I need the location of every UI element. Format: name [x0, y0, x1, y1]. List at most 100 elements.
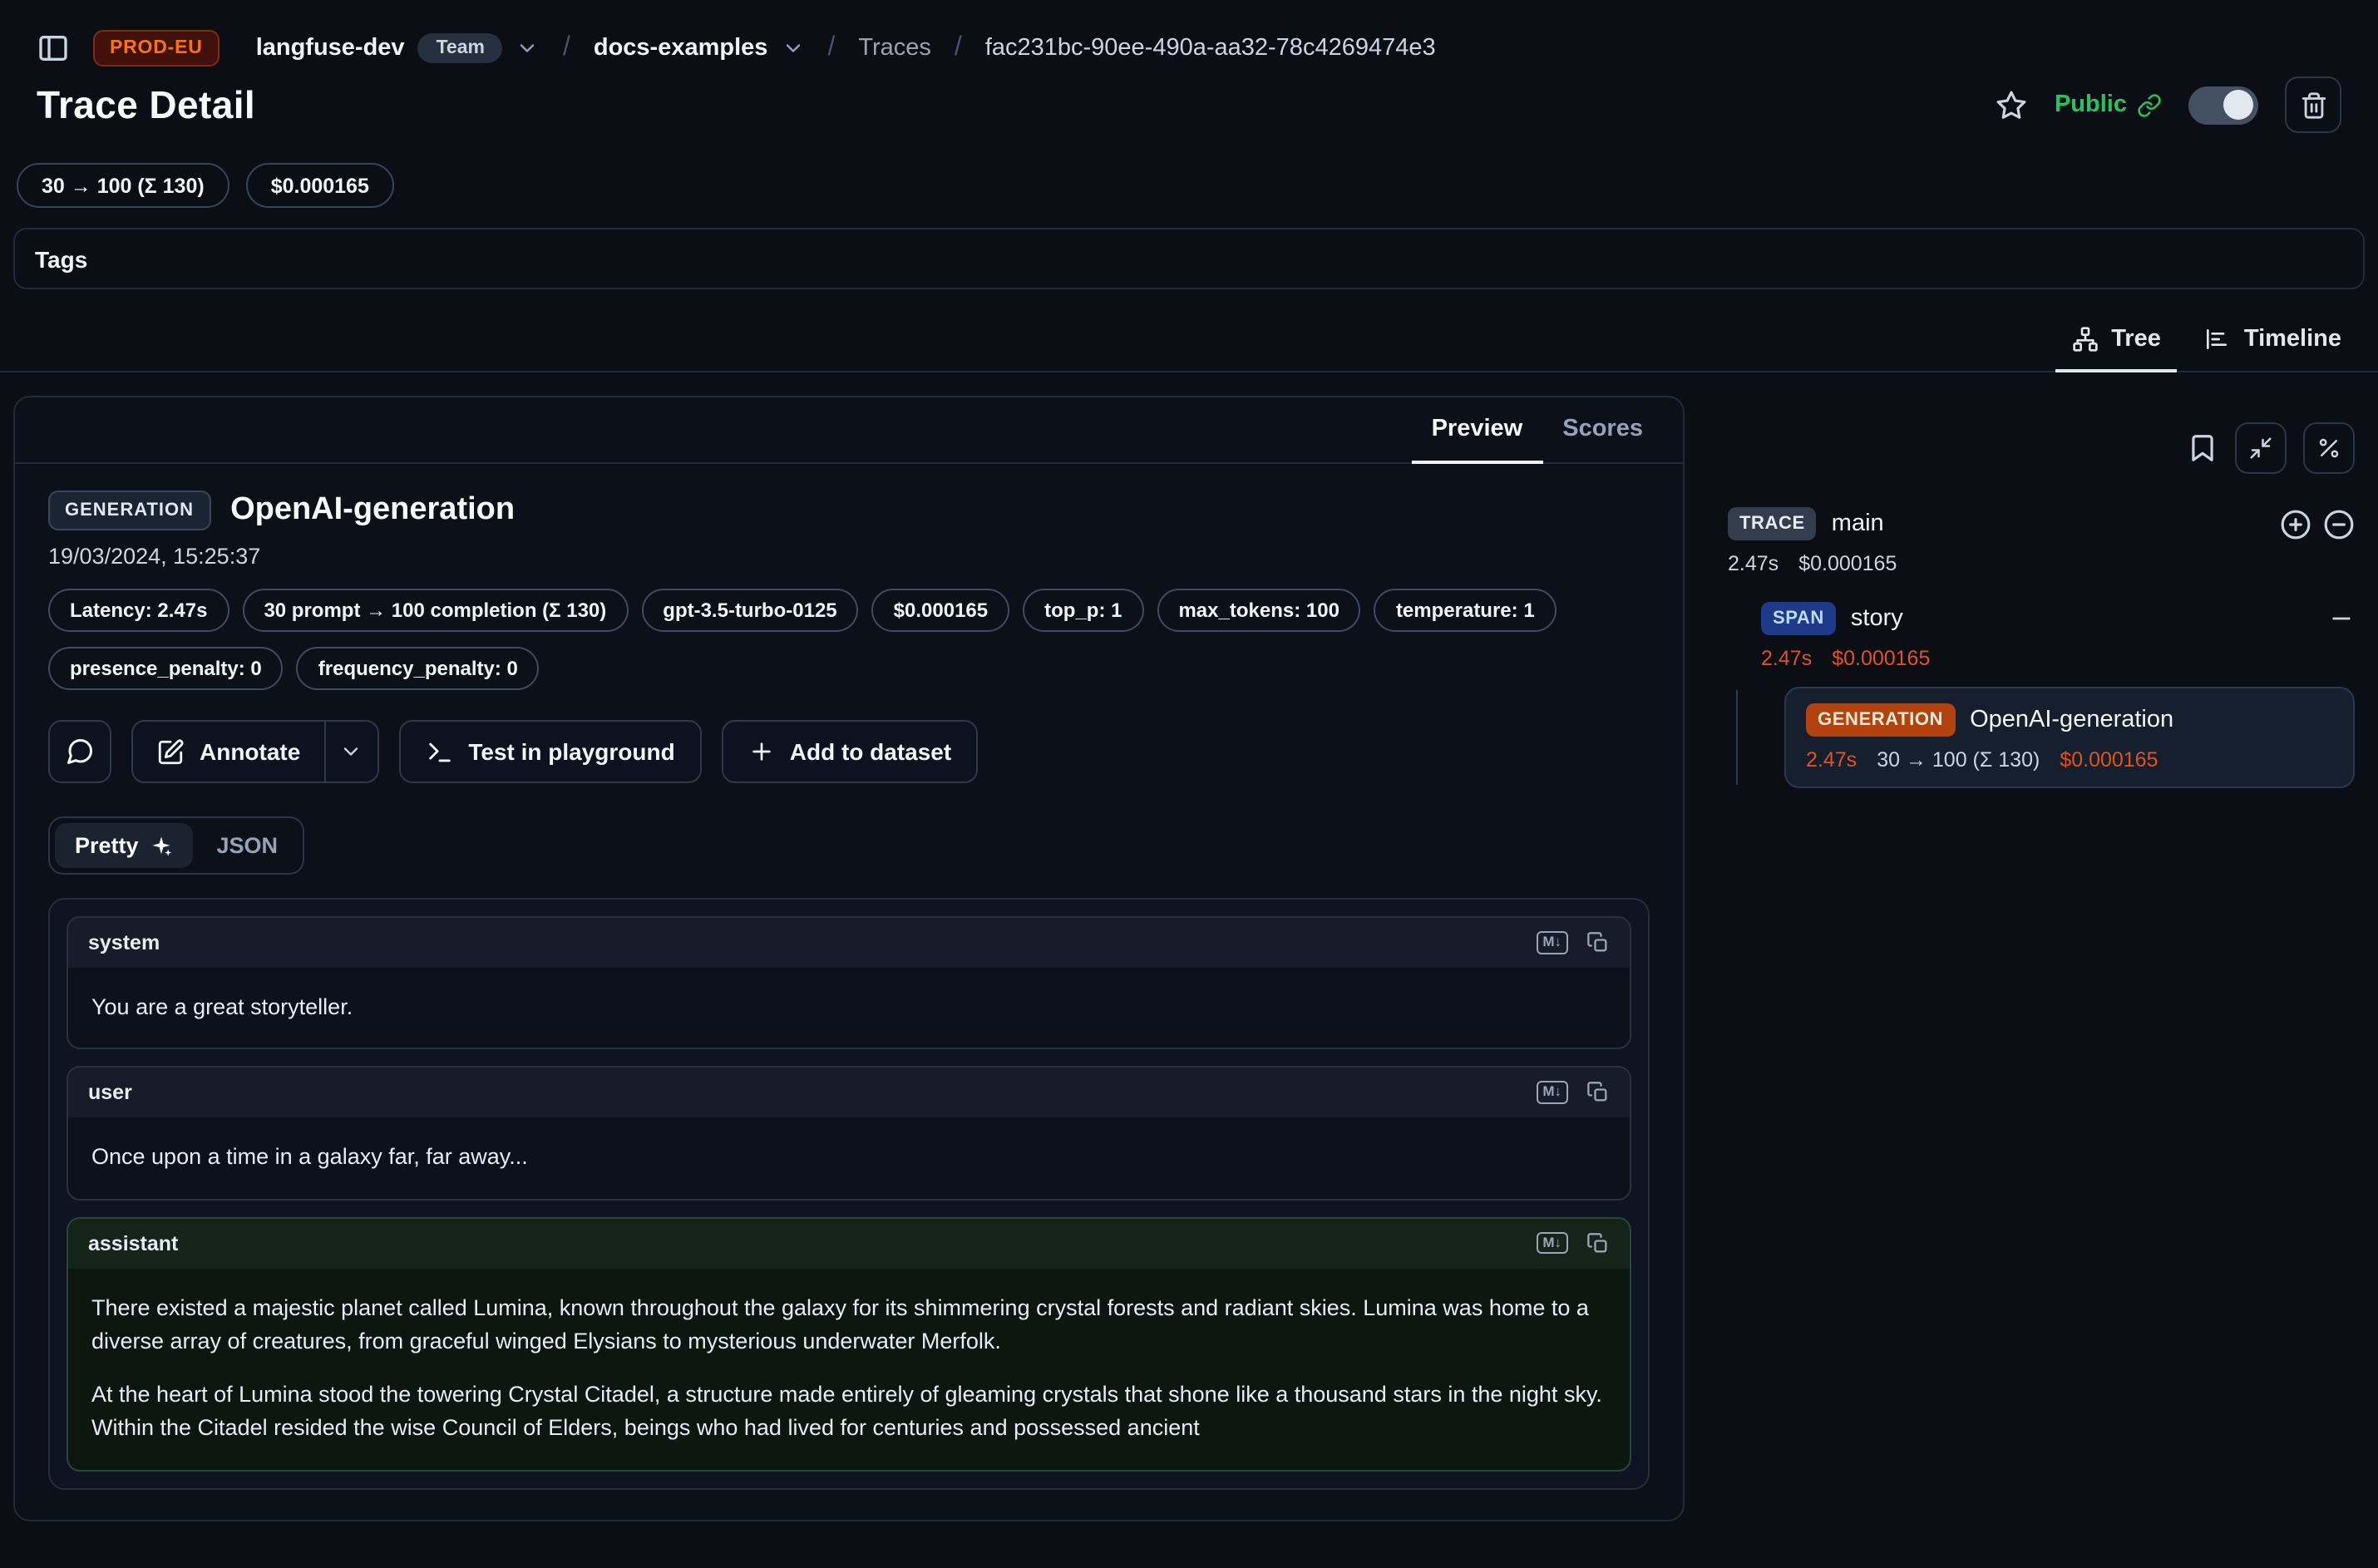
span-metrics: 2.47s $0.000165	[1761, 647, 2355, 670]
copy-icon	[1586, 931, 1610, 954]
playground-label: Test in playground	[468, 738, 674, 765]
generation-row: GENERATION OpenAI-generation	[1806, 703, 2333, 737]
toggle-knob	[2223, 90, 2253, 120]
environment-badge: PROD-EU	[93, 30, 220, 67]
tab-scores[interactable]: Scores	[1542, 397, 1663, 464]
observation-body: GENERATION OpenAI-generation 19/03/2024,…	[15, 464, 1683, 1519]
trace-tree-panel: TRACE main 2.47s $	[1685, 396, 2365, 788]
tree-node-trace[interactable]: TRACE main	[1728, 507, 2355, 540]
project-name[interactable]: docs-examples	[594, 35, 768, 62]
tab-tree[interactable]: Tree	[2055, 313, 2178, 372]
annotate-split-button: Annotate	[131, 720, 378, 783]
format-pretty-button[interactable]: Pretty	[55, 823, 194, 868]
temperature-pill: temperature: 1	[1374, 589, 1557, 632]
breadcrumb-project[interactable]: docs-examples	[594, 35, 805, 62]
copy-button[interactable]	[1586, 931, 1610, 954]
title-actions: Public	[1996, 76, 2341, 133]
page-title: Trace Detail	[37, 82, 255, 127]
title-row: Trace Detail Public	[0, 67, 2378, 133]
tags-section[interactable]: Tags	[13, 228, 2365, 289]
presence-penalty-pill: presence_penalty: 0	[48, 647, 284, 690]
delete-trace-button[interactable]	[2285, 76, 2341, 133]
tab-timeline-label: Timeline	[2244, 326, 2341, 353]
generation-badge: GENERATION	[1806, 703, 1955, 737]
public-toggle[interactable]	[2188, 86, 2258, 124]
chevron-down-icon	[339, 740, 363, 763]
bookmark-icon	[2187, 432, 2218, 464]
generation-latency: 2.47s	[1806, 748, 1857, 772]
copy-button[interactable]	[1586, 1082, 1610, 1105]
star-button[interactable]	[1996, 89, 2028, 121]
span-name: story	[1851, 605, 1903, 632]
trace-row-actions	[2280, 508, 2355, 540]
trash-icon	[2299, 91, 2327, 119]
message-content: Once upon a time in a galaxy far, far aw…	[68, 1118, 1630, 1199]
panel-left-icon	[37, 32, 70, 65]
observation-params-row2: presence_penalty: 0 frequency_penalty: 0	[48, 647, 1650, 690]
tree-node-generation-selected[interactable]: GENERATION OpenAI-generation 2.47s 30 → …	[1784, 687, 2355, 788]
breadcrumb-org[interactable]: langfuse-dev Team	[256, 33, 540, 63]
org-name[interactable]: langfuse-dev	[256, 35, 405, 62]
show-percentages-button[interactable]	[2303, 422, 2355, 474]
link-icon	[2137, 92, 2162, 117]
panel-tabs: Preview Scores	[15, 397, 1683, 464]
tab-preview[interactable]: Preview	[1412, 397, 1543, 464]
format-toggle: Pretty JSON	[48, 816, 304, 875]
chevron-down-icon[interactable]	[781, 37, 804, 60]
span-row-actions	[2328, 605, 2355, 632]
markdown-toggle-icon[interactable]: M↓	[1536, 1231, 1568, 1255]
messages-container: system M↓ You are a great storytelle	[48, 898, 1650, 1489]
assistant-paragraph: There existed a majestic planet called L…	[91, 1291, 1606, 1358]
bookmark-button[interactable]	[2187, 432, 2218, 464]
message-role: system	[88, 931, 160, 954]
chevron-down-icon[interactable]	[516, 37, 540, 60]
comment-icon	[65, 737, 95, 767]
add-to-dataset-button[interactable]: Add to dataset	[722, 720, 978, 783]
annotate-label: Annotate	[200, 738, 300, 765]
markdown-toggle-icon[interactable]: M↓	[1536, 931, 1568, 954]
message-header: system M↓	[68, 918, 1630, 968]
annotate-dropdown-button[interactable]	[323, 722, 377, 782]
format-json-button[interactable]: JSON	[197, 823, 298, 868]
observation-params-row1: Latency: 2.47s 30 prompt → 100 completio…	[48, 589, 1650, 632]
trace-cost: $0.000165	[1798, 552, 1897, 575]
expand-all-button[interactable]	[2280, 508, 2311, 540]
generation-cost: $0.000165	[2060, 748, 2158, 772]
message-user: user M↓ Once upon a time in a galaxy	[67, 1067, 1631, 1201]
top-p-pill: top_p: 1	[1023, 589, 1143, 632]
observation-detail-card: Preview Scores GENERATION OpenAI-generat…	[13, 396, 1685, 1521]
minus-icon	[2328, 605, 2355, 632]
message-role: user	[88, 1082, 132, 1105]
collapse-nodes-button[interactable]	[2323, 508, 2355, 540]
message-content: You are a great storyteller.	[68, 968, 1630, 1048]
collapse-icon	[2248, 436, 2273, 461]
markdown-toggle-icon[interactable]: M↓	[1536, 1082, 1568, 1105]
message-header-icons: M↓	[1536, 1231, 1610, 1255]
breadcrumb-traces-link[interactable]: Traces	[858, 35, 931, 62]
trace-metrics: 2.47s $0.000165	[1728, 552, 2355, 575]
span-latency: 2.47s	[1761, 647, 1812, 670]
annotate-button[interactable]: Annotate	[133, 722, 323, 782]
breadcrumb-separator: /	[563, 33, 570, 63]
test-in-playground-button[interactable]: Test in playground	[398, 720, 701, 783]
observation-header: GENERATION OpenAI-generation	[48, 491, 1650, 530]
collapse-all-button[interactable]	[2235, 422, 2287, 474]
terminal-icon	[425, 737, 453, 766]
copy-button[interactable]	[1586, 1231, 1610, 1255]
message-header: assistant M↓	[68, 1218, 1630, 1268]
sidebar-toggle-button[interactable]	[37, 32, 70, 65]
cost-pill: $0.000165	[872, 589, 1009, 632]
tree-controls	[1728, 399, 2355, 474]
latency-pill: Latency: 2.47s	[48, 589, 229, 632]
comment-button[interactable]	[48, 720, 111, 783]
trace-detail-page: PROD-EU langfuse-dev Team / docs-example…	[0, 0, 2378, 1568]
message-header: user M↓	[68, 1068, 1630, 1118]
copy-icon	[1586, 1231, 1610, 1255]
breadcrumb-separator: /	[827, 33, 835, 63]
tab-timeline[interactable]: Timeline	[2188, 313, 2358, 372]
span-row[interactable]: SPAN story	[1761, 602, 2355, 635]
message-content: There existed a majestic planet called L…	[68, 1268, 1630, 1469]
message-header-icons: M↓	[1536, 1082, 1610, 1105]
collapse-span-button[interactable]	[2328, 605, 2355, 632]
public-link[interactable]: Public	[2055, 91, 2162, 118]
